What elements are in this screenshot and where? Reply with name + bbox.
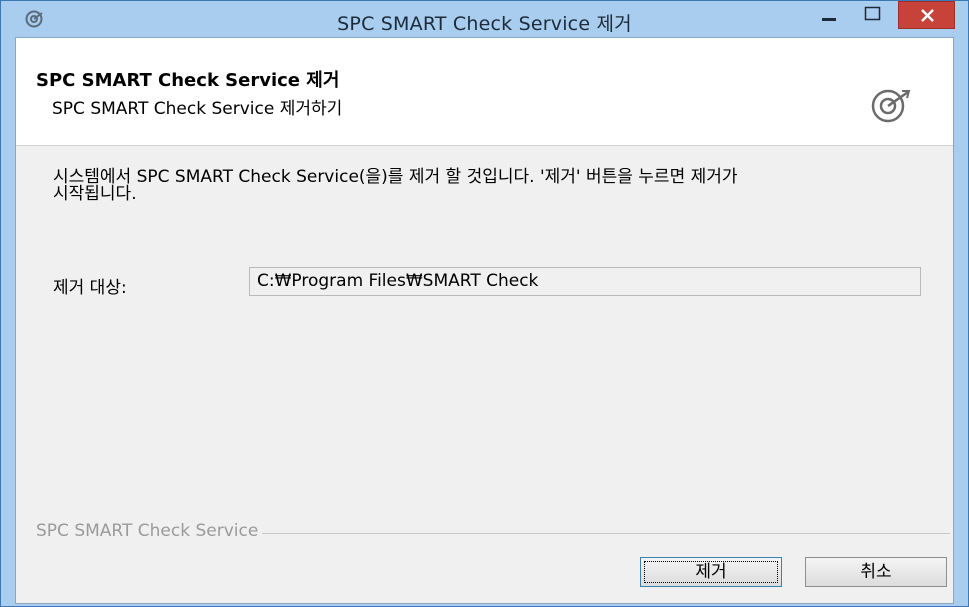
cancel-button[interactable]: 취소 (805, 557, 947, 587)
uninstall-window: SPC SMART Check Service 제거 SPC SMART Che… (0, 0, 969, 607)
close-icon (921, 9, 934, 22)
maximize-button[interactable] (859, 1, 887, 28)
dialog-header: SPC SMART Check Service 제거 SPC SMART Che… (16, 38, 953, 146)
header-title: SPC SMART Check Service 제거 (36, 70, 340, 91)
description-text: 시스템에서 SPC SMART Check Service(을)를 제거 할 것… (53, 169, 913, 203)
remove-button[interactable]: 제거 (640, 557, 782, 587)
maximize-icon (864, 6, 881, 21)
description-line-1: 시스템에서 SPC SMART Check Service(을)를 제거 할 것… (53, 167, 738, 187)
cancel-button-label: 취소 (860, 562, 892, 582)
target-label: 제거 대상: (53, 278, 127, 298)
branding-label: SPC SMART Check Service (36, 521, 263, 541)
description-line-2: 시작됩니다. (53, 184, 137, 204)
title-bar[interactable]: SPC SMART Check Service 제거 (1, 1, 968, 37)
header-subtitle: SPC SMART Check Service 제거하기 (52, 99, 343, 119)
minimize-button[interactable] (816, 1, 844, 28)
focus-rectangle (644, 561, 778, 583)
target-path-field[interactable]: C:₩Program Files₩SMART Check (249, 267, 921, 296)
close-button[interactable] (898, 1, 955, 29)
minimize-icon (822, 18, 836, 21)
smart-check-logo-icon (871, 89, 911, 123)
dialog-client-area: SPC SMART Check Service 제거 SPC SMART Che… (15, 37, 954, 604)
